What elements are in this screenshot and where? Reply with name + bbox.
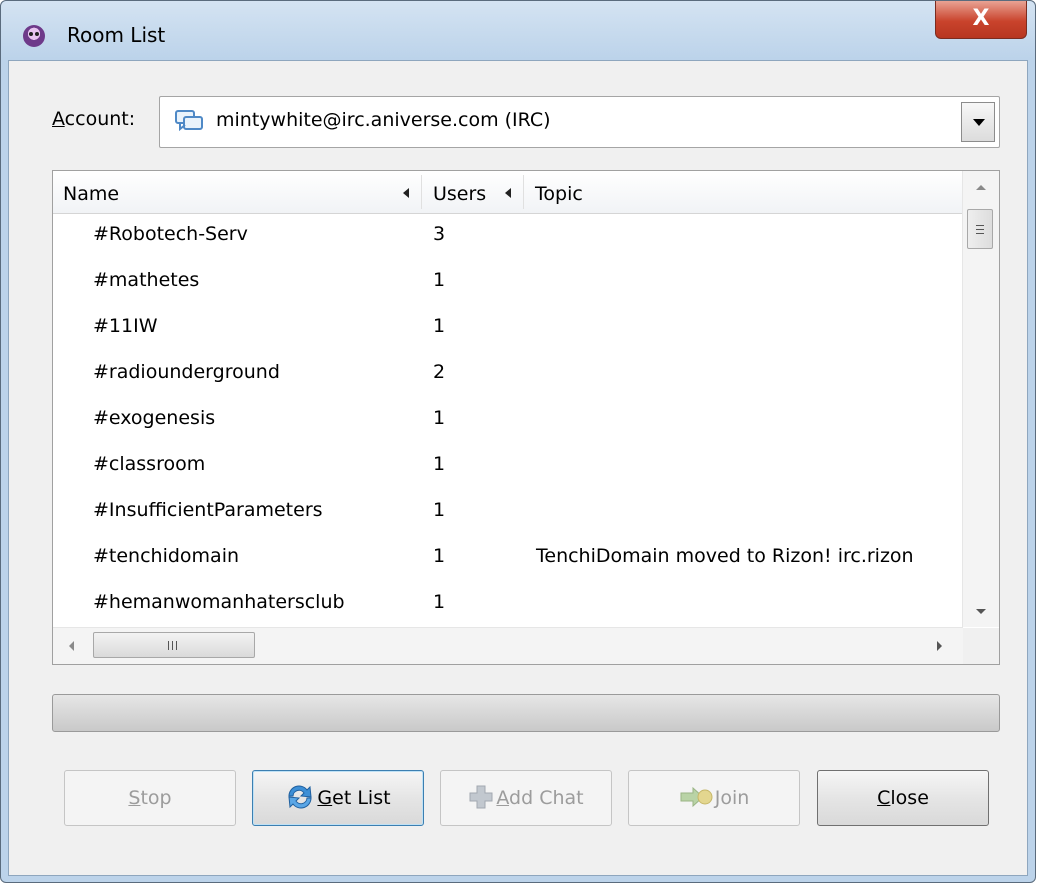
title-bar[interactable]: Room List X xyxy=(1,1,1035,59)
room-users: 3 xyxy=(433,223,446,245)
add-plus-icon xyxy=(469,785,493,808)
table-row[interactable]: #radiounderground 2 xyxy=(53,351,963,397)
window-title: Room List xyxy=(67,23,166,47)
vertical-scroll-thumb[interactable] xyxy=(967,209,993,249)
room-users: 1 xyxy=(433,315,446,337)
room-name: #hemanwomanhatersclub xyxy=(93,591,345,613)
irc-account-icon xyxy=(175,110,203,132)
account-dropdown[interactable]: mintywhite@irc.aniverse.com (IRC) xyxy=(159,96,1000,148)
progress-bar xyxy=(52,694,1000,732)
dropdown-arrow-button[interactable] xyxy=(961,102,995,142)
table-row[interactable]: #exogenesis 1 xyxy=(53,397,963,443)
sort-arrow-icon xyxy=(403,188,409,198)
scroll-right-arrow-icon[interactable] xyxy=(937,641,942,651)
horizontal-scroll-thumb[interactable] xyxy=(93,632,255,658)
stop-button[interactable]: Stop xyxy=(64,770,236,826)
room-users: 1 xyxy=(433,407,446,429)
join-arrow-icon xyxy=(680,786,713,807)
refresh-icon xyxy=(288,785,312,808)
room-users: 2 xyxy=(433,361,446,383)
sort-arrow-icon xyxy=(505,188,511,198)
get-list-button[interactable]: Get List xyxy=(252,770,424,826)
account-label: Account: xyxy=(52,108,136,130)
close-button[interactable]: Close xyxy=(817,770,989,826)
column-header-users[interactable]: Users xyxy=(433,183,486,205)
scroll-up-arrow-icon[interactable] xyxy=(976,185,986,190)
window-close-button[interactable]: X xyxy=(935,1,1027,39)
table-row[interactable]: #mathetes 1 xyxy=(53,259,963,305)
horizontal-scrollbar[interactable] xyxy=(53,627,963,664)
room-users: 1 xyxy=(433,499,446,521)
column-header-topic[interactable]: Topic xyxy=(535,183,583,205)
room-name: #tenchidomain xyxy=(93,545,240,567)
scrollbar-corner xyxy=(963,628,999,664)
column-header-name[interactable]: Name xyxy=(63,183,119,205)
room-name: #classroom xyxy=(93,453,206,475)
room-name: #Robotech-Serv xyxy=(93,223,248,245)
account-value: mintywhite@irc.aniverse.com (IRC) xyxy=(216,109,551,131)
scroll-left-arrow-icon[interactable] xyxy=(69,641,74,651)
scroll-down-arrow-icon[interactable] xyxy=(976,609,986,614)
room-users: 1 xyxy=(433,269,446,291)
table-row[interactable]: #hemanwomanhatersclub 1 xyxy=(53,581,963,627)
table-row[interactable]: #InsufficientParameters 1 xyxy=(53,489,963,535)
table-row[interactable]: #Robotech-Serv 3 xyxy=(53,213,963,259)
room-name: #exogenesis xyxy=(93,407,216,429)
room-users: 1 xyxy=(433,545,446,567)
room-name: #InsufficientParameters xyxy=(93,499,323,521)
table-row[interactable]: #tenchidomain 1 TenchiDomain moved to Ri… xyxy=(53,535,963,581)
room-topic: TenchiDomain moved to Rizon! irc.rizon xyxy=(536,545,914,567)
table-header: Name Users Topic xyxy=(53,171,963,214)
table-row[interactable]: #classroom 1 xyxy=(53,443,963,489)
room-name: #mathetes xyxy=(93,269,200,291)
pidgin-icon xyxy=(23,25,45,47)
room-list-table[interactable]: Name Users Topic #Robotech-Serv 3 #mathe… xyxy=(52,170,1000,665)
room-name: #11IW xyxy=(93,315,158,337)
table-row[interactable]: #11IW 1 xyxy=(53,305,963,351)
room-users: 1 xyxy=(433,453,446,475)
room-users: 1 xyxy=(433,591,446,613)
vertical-scrollbar[interactable] xyxy=(962,171,999,627)
add-chat-button[interactable]: Add Chat xyxy=(440,770,612,826)
room-name: #radiounderground xyxy=(93,361,280,383)
join-button[interactable]: Join xyxy=(628,770,800,826)
